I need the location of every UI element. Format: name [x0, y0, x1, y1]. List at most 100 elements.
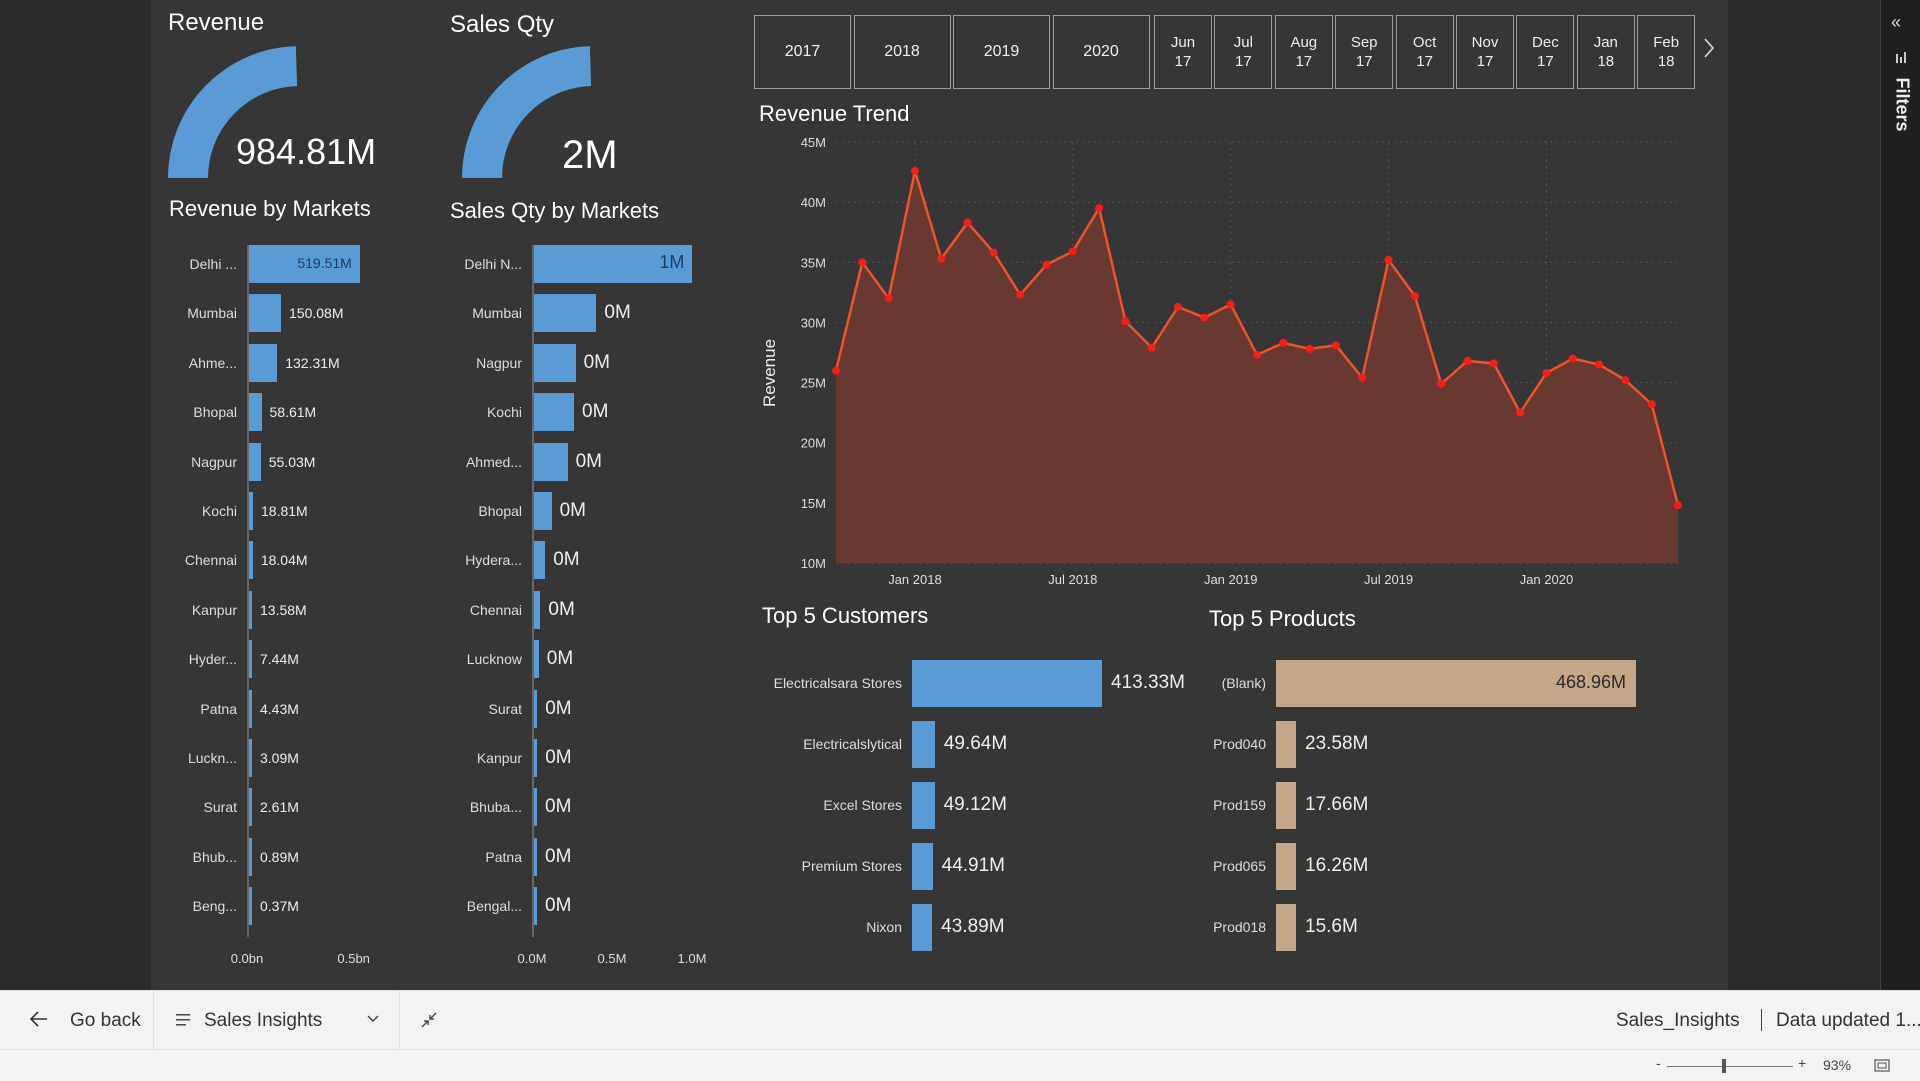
revenue-data-point[interactable]: [1331, 341, 1340, 350]
revenue-trend-chart[interactable]: 45M 40M 35M 30M 25M 20M 15M 10M Jan 2018 Jul 2018…: [760, 130, 1700, 590]
top_customers-bar[interactable]: [912, 660, 1102, 707]
sales_qty_by_markets-axis-tick: 0.5M: [597, 950, 627, 966]
top_products-bar[interactable]: [1276, 782, 1296, 829]
top-customers-chart[interactable]: Electricalsara Stores 413.33M Electricalsl…: [752, 660, 1202, 965]
revenue_by_markets-bar[interactable]: [249, 689, 252, 728]
revenue-data-point[interactable]: [1384, 255, 1393, 264]
revenue-data-point[interactable]: [1516, 408, 1525, 417]
filters-pane[interactable]: « Filters: [1880, 0, 1920, 990]
revenue-data-point[interactable]: [884, 294, 893, 303]
revenue-data-point[interactable]: [1147, 343, 1156, 352]
year-slicer-item[interactable]: 2017: [754, 15, 851, 89]
month-slicer-item[interactable]: Jul 17: [1214, 15, 1273, 89]
month-slicer-item[interactable]: Dec 17: [1516, 15, 1575, 89]
revenue-data-point[interactable]: [1095, 204, 1104, 213]
month-slicer-item[interactable]: Nov 17: [1456, 15, 1514, 89]
top_customers-bar[interactable]: [912, 782, 935, 829]
sales_qty_by_markets-bar[interactable]: [534, 837, 537, 876]
exit-focus-mode-icon[interactable]: [420, 1011, 438, 1029]
revenue-data-point[interactable]: [1437, 379, 1446, 388]
revenue-data-point[interactable]: [1595, 360, 1604, 369]
revenue-data-point[interactable]: [1200, 313, 1209, 322]
sales_qty_by_markets-bar[interactable]: [534, 343, 576, 382]
revenue-data-point[interactable]: [1226, 300, 1235, 309]
sales_qty_by_markets-bar[interactable]: [534, 887, 537, 926]
zoom-slider-thumb[interactable]: [1722, 1059, 1726, 1073]
top_customers-bar[interactable]: [912, 843, 933, 890]
revenue_by_markets-bar[interactable]: [249, 640, 252, 679]
month-slicer-item[interactable]: Jun 17: [1154, 15, 1212, 89]
revenue-data-point[interactable]: [1621, 376, 1630, 385]
top_products-bar[interactable]: [1276, 843, 1296, 890]
revenue-data-point[interactable]: [1016, 290, 1025, 299]
go-back-button[interactable]: Go back: [0, 991, 154, 1050]
sales_qty_by_markets-bar[interactable]: [534, 689, 538, 728]
revenue-data-point[interactable]: [1253, 350, 1261, 359]
double-chevron-left-icon[interactable]: «: [1891, 12, 1901, 33]
month-slicer-item[interactable]: Feb 18: [1637, 15, 1696, 89]
chevron-right-icon[interactable]: [1703, 37, 1717, 65]
top_customers-bar[interactable]: [912, 904, 933, 951]
top-products-chart[interactable]: (Blank) 468.96M Prod040 23.58M Prod159 17.66M…: [1200, 660, 1700, 965]
month-slicer-item[interactable]: Aug 17: [1274, 15, 1333, 89]
year-slicer-item[interactable]: 2020: [1052, 15, 1150, 89]
sales-qty-by-markets-chart[interactable]: Delhi N... 1M Mumbai 0M Nagpur 0M Kochi 0M Ahmed…: [448, 245, 720, 980]
revenue-data-point[interactable]: [1279, 338, 1288, 347]
zoom-in-button[interactable]: +: [1798, 1055, 1806, 1071]
revenue_by_markets-bar[interactable]: [249, 541, 253, 580]
revenue-data-point[interactable]: [1042, 260, 1051, 269]
revenue-by-markets-chart[interactable]: Delhi ... 519.51M Mumbai 150.08M Ahme... 132.…: [160, 245, 460, 980]
top_customers-bar[interactable]: [912, 721, 935, 768]
revenue_by_markets-bar[interactable]: [249, 393, 262, 432]
revenue-data-point[interactable]: [1674, 501, 1682, 510]
top_products-category-label: (Blank): [1221, 675, 1266, 691]
revenue_by_markets-bar[interactable]: [249, 343, 278, 382]
fit-to-page-icon[interactable]: [1874, 1059, 1890, 1072]
revenue-data-point[interactable]: [963, 218, 972, 227]
revenue_by_markets-bar[interactable]: [249, 887, 252, 926]
revenue-data-point[interactable]: [1174, 302, 1183, 311]
revenue-data-point[interactable]: [1305, 344, 1314, 353]
sales_qty_by_markets-bar[interactable]: [534, 739, 538, 777]
year-slicer-item[interactable]: 2019: [953, 15, 1050, 89]
revenue-data-point[interactable]: [858, 258, 867, 267]
revenue-data-point[interactable]: [1647, 400, 1656, 409]
sales_qty_by_markets-bar[interactable]: [534, 294, 597, 333]
top_products-bar[interactable]: [1276, 721, 1296, 768]
top_products-bar[interactable]: [1276, 904, 1296, 951]
revenue-data-point[interactable]: [1410, 291, 1419, 300]
revenue_by_markets-bar[interactable]: [249, 492, 253, 530]
revenue-data-point[interactable]: [1542, 368, 1551, 377]
revenue-data-point[interactable]: [1489, 359, 1498, 368]
sales_qty_by_markets-bar[interactable]: [534, 492, 552, 530]
zoom-out-button[interactable]: -: [1656, 1055, 1661, 1071]
revenue_by_markets-bar[interactable]: [249, 294, 282, 333]
revenue-data-point[interactable]: [1068, 247, 1077, 256]
sales_qty_by_markets-bar[interactable]: [534, 590, 541, 629]
zoom-slider-track[interactable]: [1667, 1066, 1793, 1067]
revenue-data-point[interactable]: [937, 254, 946, 263]
top-customers-title: Top 5 Customers: [762, 603, 929, 628]
revenue-data-point[interactable]: [1121, 317, 1130, 326]
sales_qty_by_markets-bar[interactable]: [534, 442, 568, 481]
revenue_by_markets-bar[interactable]: [249, 837, 252, 876]
revenue_by_markets-bar[interactable]: [249, 739, 252, 777]
month-slicer-item[interactable]: Jan 18: [1576, 15, 1635, 89]
revenue-data-point[interactable]: [1568, 354, 1577, 363]
revenue-data-point[interactable]: [989, 248, 998, 257]
revenue-data-point[interactable]: [1358, 373, 1367, 382]
revenue-data-point[interactable]: [910, 166, 919, 175]
page-navigator-dropdown[interactable]: Sales Insights: [154, 991, 400, 1050]
revenue_by_markets-bar[interactable]: [249, 590, 252, 629]
sales_qty_by_markets-bar[interactable]: [534, 393, 574, 432]
sales_qty_by_markets-bar[interactable]: [534, 788, 537, 827]
sales_qty_by_markets-bar[interactable]: [534, 640, 539, 679]
revenue_by_markets-bar[interactable]: [249, 442, 261, 481]
month-slicer-item[interactable]: Sep 17: [1335, 15, 1394, 89]
year-slicer-item[interactable]: 2018: [853, 15, 951, 89]
revenue-data-point[interactable]: [832, 366, 840, 375]
month-slicer-item[interactable]: Oct 17: [1395, 15, 1454, 89]
revenue-data-point[interactable]: [1463, 356, 1472, 365]
revenue_by_markets-bar[interactable]: [249, 788, 252, 827]
sales_qty_by_markets-bar[interactable]: [534, 541, 546, 580]
